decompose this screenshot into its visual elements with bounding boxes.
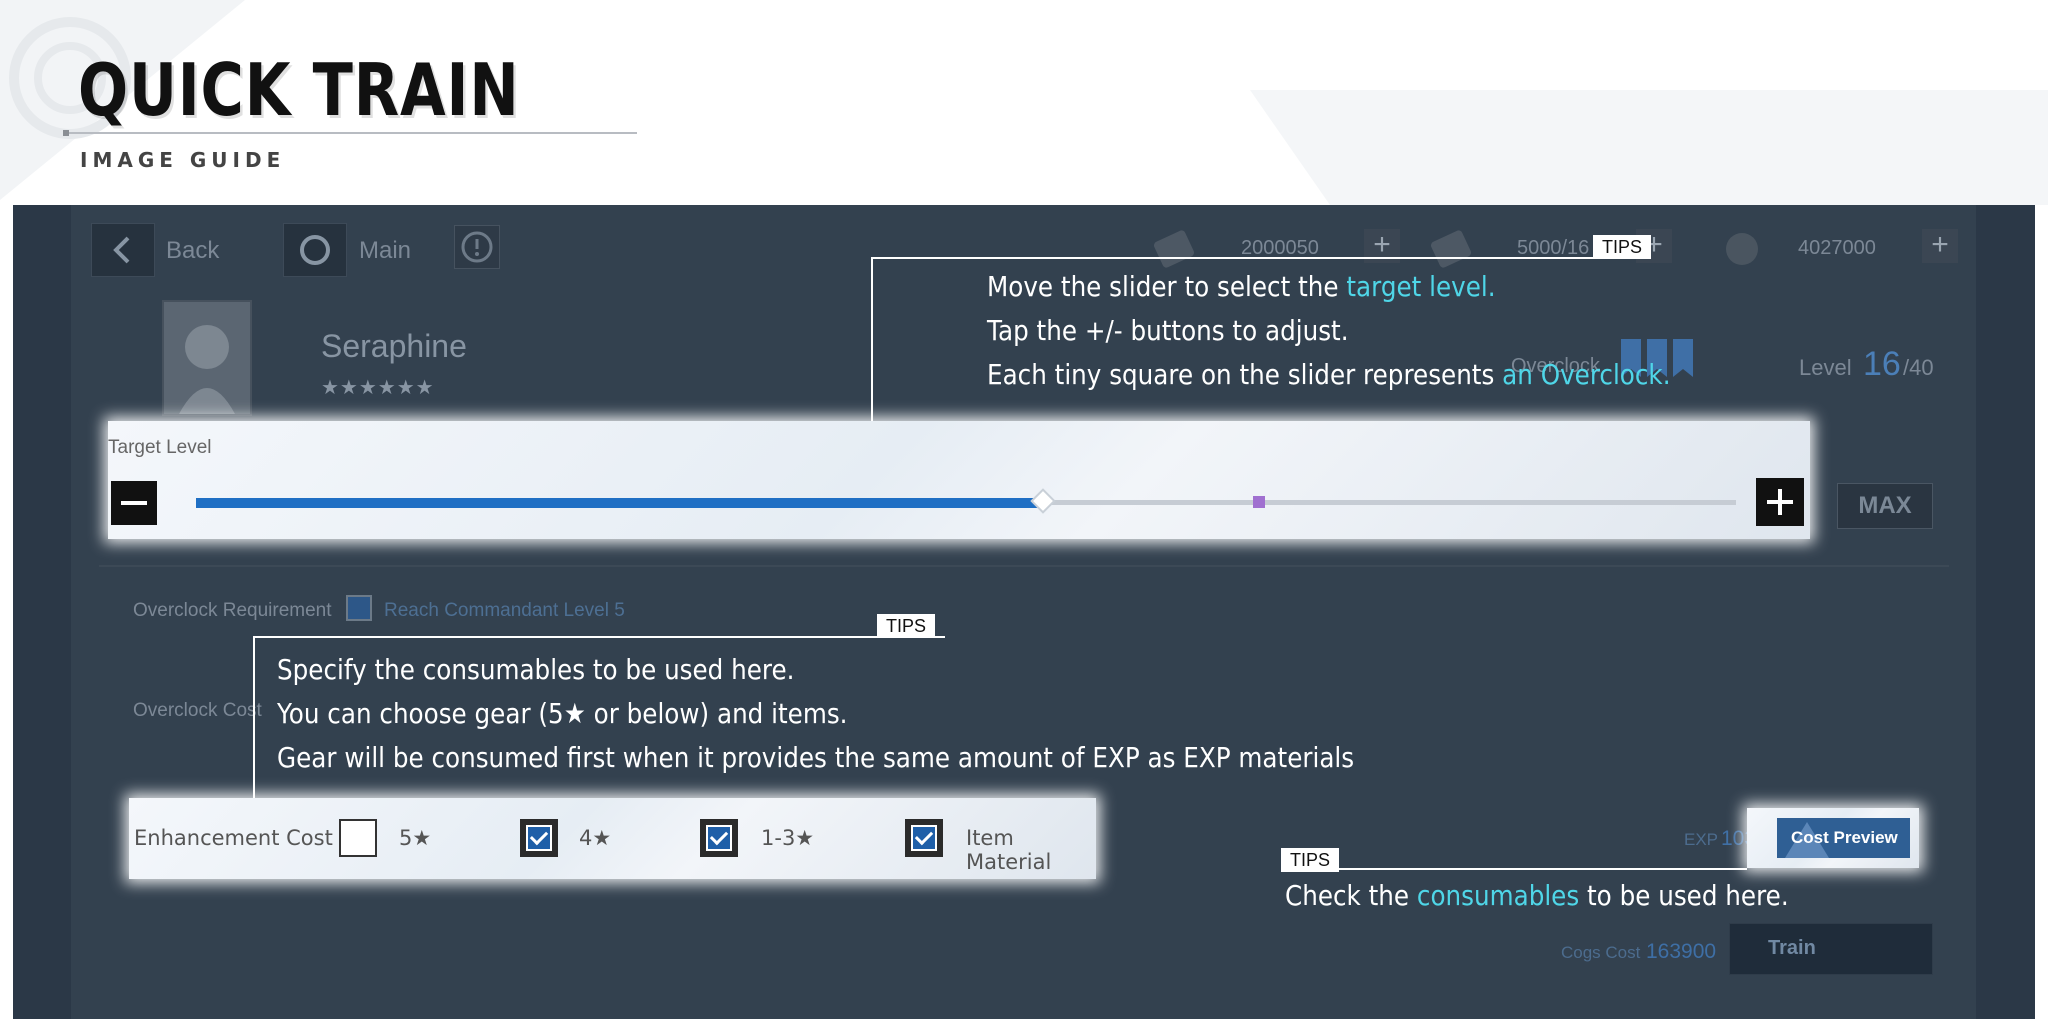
train-label: Train bbox=[1768, 937, 1816, 959]
tips-tag: TIPS bbox=[1593, 235, 1652, 259]
overclock-requirement-text: Reach Commandant Level 5 bbox=[384, 600, 625, 621]
page-subtitle: IMAGE GUIDE bbox=[80, 148, 286, 172]
target-level-label: Target Level bbox=[108, 437, 212, 458]
cogs-cost-value: 163900 bbox=[1646, 940, 1717, 963]
guide-header: QUICK TRAIN IMAGE GUIDE bbox=[0, 0, 2048, 205]
checkbox-1-3star[interactable] bbox=[700, 819, 738, 857]
option-4star-label: 4★ bbox=[579, 826, 612, 850]
cost-preview-button[interactable]: Cost Preview bbox=[1777, 818, 1910, 858]
cogs-cost-label: Cogs Cost bbox=[1561, 943, 1641, 962]
checkbox-5star[interactable] bbox=[339, 819, 377, 857]
tips-consumables-callout: TIPS Specify the consumables to be used … bbox=[253, 614, 1354, 798]
back-label: Back bbox=[166, 237, 220, 264]
plus-icon bbox=[1767, 489, 1793, 515]
title-divider-dot bbox=[63, 130, 69, 136]
minus-icon bbox=[121, 501, 147, 505]
tip-consumables-line1: Specify the consumables to be used here. bbox=[277, 653, 795, 686]
level-max: /40 bbox=[1903, 355, 1934, 380]
target-level-panel: Target Level bbox=[108, 421, 1810, 539]
page-title: QUICK TRAIN bbox=[78, 48, 520, 132]
cost-preview-panel: Cost Preview bbox=[1747, 808, 1919, 868]
checkbox-4star[interactable] bbox=[520, 819, 558, 857]
tip-slider-line3: Each tiny square on the slider represent… bbox=[987, 358, 1671, 391]
home-circle-icon bbox=[300, 235, 330, 265]
notice-button[interactable] bbox=[454, 225, 500, 269]
alert-icon bbox=[461, 231, 493, 263]
level-label: Level bbox=[1799, 355, 1852, 380]
title-divider bbox=[65, 132, 637, 134]
train-button[interactable]: Train bbox=[1729, 923, 1933, 975]
character-name: Seraphine bbox=[321, 328, 467, 364]
overclock-marker-icon bbox=[1253, 496, 1265, 508]
option-1-3star-label: 1-3★ bbox=[761, 826, 815, 850]
max-button[interactable]: MAX bbox=[1837, 483, 1933, 529]
enhancement-cost-label: Enhancement Cost bbox=[134, 826, 333, 850]
cost-preview-label: Cost Preview bbox=[1791, 828, 1898, 847]
currency3-add-button[interactable]: + bbox=[1922, 229, 1958, 263]
tips-slider-callout: TIPS Move the slider to select the targe… bbox=[871, 235, 1671, 421]
slider-thumb[interactable] bbox=[1030, 488, 1056, 514]
chevron-left-icon bbox=[113, 236, 130, 264]
character-portrait bbox=[162, 300, 252, 416]
main-label: Main bbox=[359, 237, 412, 264]
tip-preview-text: Check the consumables to be used here. bbox=[1285, 879, 1789, 912]
overclock-cost-label: Overclock Cost bbox=[133, 700, 262, 721]
section-divider bbox=[99, 565, 1949, 567]
overclock-requirement-label: Overclock Requirement bbox=[133, 600, 332, 621]
currency3-value: 4027000 bbox=[1798, 237, 1876, 259]
checkmark-icon bbox=[911, 825, 937, 851]
tips-preview-line bbox=[1281, 868, 1747, 870]
level-current: 16 bbox=[1863, 345, 1901, 383]
exp-label: EXP bbox=[1684, 830, 1719, 849]
tip-consumables-line2: You can choose gear (5★ or below) and it… bbox=[277, 697, 848, 730]
character-silhouette-icon bbox=[179, 325, 235, 414]
tip-slider-line1: Move the slider to select the target lev… bbox=[987, 270, 1496, 303]
character-stars: ★★★★★★ bbox=[321, 377, 435, 399]
requirement-check-icon bbox=[346, 595, 372, 621]
checkbox-item-material[interactable] bbox=[905, 819, 943, 857]
back-button[interactable] bbox=[91, 223, 155, 277]
main-button[interactable] bbox=[283, 223, 347, 277]
tip-consumables-line3: Gear will be consumed first when it prov… bbox=[277, 741, 1355, 774]
option-5star-label: 5★ bbox=[399, 826, 432, 850]
slider-fill bbox=[196, 498, 1043, 508]
decrease-level-button[interactable] bbox=[111, 481, 157, 525]
cogs-currency-icon bbox=[1726, 233, 1758, 265]
checkmark-icon bbox=[706, 825, 732, 851]
tips-tag: TIPS bbox=[1281, 848, 1340, 872]
option-item-material-label: Item Material bbox=[966, 826, 1052, 874]
tip-slider-line2: Tap the +/- buttons to adjust. bbox=[987, 314, 1349, 347]
tips-tag: TIPS bbox=[877, 614, 936, 638]
checkmark-icon bbox=[526, 825, 552, 851]
level-slider[interactable] bbox=[196, 483, 1736, 523]
increase-level-button[interactable] bbox=[1756, 478, 1804, 526]
enhancement-cost-panel: Enhancement Cost 5★ 4★ 1-3★ Item Materia… bbox=[129, 798, 1096, 879]
